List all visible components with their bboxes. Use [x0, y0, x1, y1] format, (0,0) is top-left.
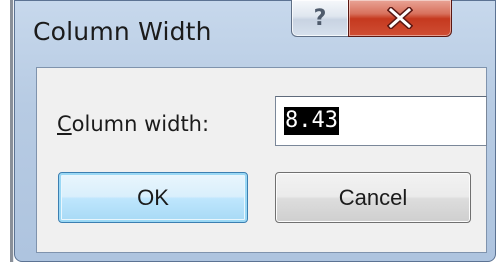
label-text: olumn width:	[71, 112, 210, 136]
ok-button[interactable]: OK	[58, 172, 248, 223]
cancel-button-label: Cancel	[338, 184, 408, 210]
help-icon: ?	[313, 5, 327, 31]
close-button[interactable]	[348, 0, 452, 37]
column-width-dialog: Column Width ? Column width: 8.43 OK Can…	[14, 0, 496, 262]
background-gridline	[0, 0, 13, 262]
label-mnemonic: C	[57, 112, 72, 136]
dialog-title: Column Width	[33, 17, 212, 46]
column-width-input[interactable]: 8.43	[275, 96, 487, 146]
column-width-value: 8.43	[284, 107, 339, 135]
close-icon	[387, 7, 413, 29]
cancel-button[interactable]: Cancel	[275, 172, 471, 223]
column-width-label: Column width:	[57, 112, 209, 136]
help-button[interactable]: ?	[291, 0, 348, 37]
ok-button-label: OK	[137, 184, 169, 210]
dialog-body: Column width: 8.43 OK Cancel	[36, 67, 487, 253]
